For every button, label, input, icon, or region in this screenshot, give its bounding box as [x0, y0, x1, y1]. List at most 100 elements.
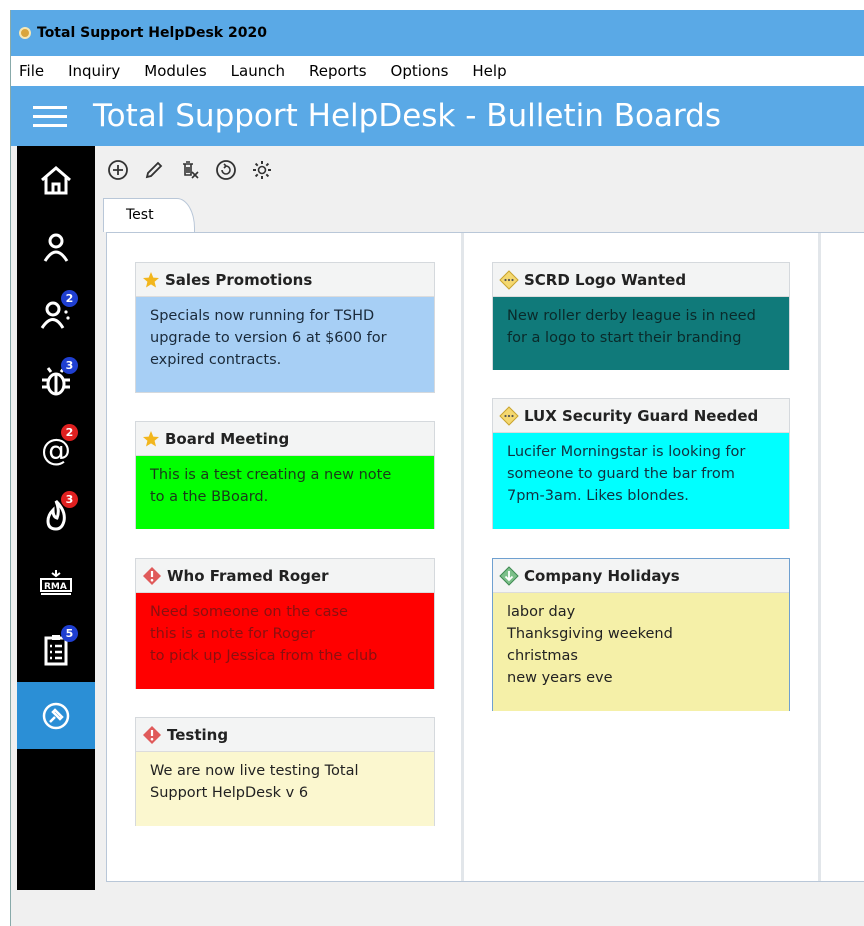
down-arrow-icon [499, 565, 519, 586]
sidebar-item-bulletin[interactable] [17, 682, 95, 749]
note-board-meeting[interactable]: Board Meeting This is a test creating a … [135, 421, 435, 529]
note-line: labor day [507, 604, 576, 620]
edit-button[interactable] [139, 155, 169, 185]
star-icon [143, 430, 159, 446]
users-badge: 2 [61, 290, 78, 307]
menu-modules[interactable]: Modules [140, 62, 206, 80]
note-line: Support HelpDesk v 6 [150, 785, 309, 801]
rma-icon: RMA [40, 569, 72, 595]
status-bar [11, 890, 864, 926]
note-testing[interactable]: Testing We are now live testing Total Su… [135, 717, 435, 826]
note-line: 7pm-3am. Likes blondes. [507, 488, 689, 504]
app-logo-icon [19, 27, 31, 39]
note-sales-promotions[interactable]: Sales Promotions Specials now running fo… [135, 262, 435, 393]
menu-file[interactable]: File [15, 62, 44, 80]
menu-bar: File Inquiry Modules Launch Reports Opti… [11, 56, 864, 86]
note-body: Lucifer Morningstar is looking for someo… [493, 433, 789, 529]
note-line: Lucifer Morningstar is looking for [507, 444, 746, 460]
note-body: Specials now running for TSHD upgrade to… [136, 297, 434, 392]
column-divider [818, 233, 821, 881]
menu-help[interactable]: Help [468, 62, 506, 80]
tab-test[interactable]: Test [103, 198, 195, 232]
note-line: Specials now running for TSHD [150, 308, 375, 324]
note-title: LUX Security Guard Needed [524, 406, 759, 425]
note-line: to pick up Jessica from the club [150, 648, 378, 664]
sidebar-item-email[interactable]: @ 2 [17, 414, 95, 481]
menu-inquiry[interactable]: Inquiry [64, 62, 120, 80]
note-title: Sales Promotions [165, 270, 313, 289]
note-title: SCRD Logo Wanted [524, 270, 687, 289]
note-body: Need someone on the case this is a note … [136, 593, 434, 689]
note-line: someone to guard the bar from [507, 466, 735, 482]
delete-button[interactable] [175, 155, 205, 185]
rma-label: RMA [44, 582, 67, 592]
sidebar-item-bugs[interactable]: 3 [17, 347, 95, 414]
add-button[interactable] [103, 155, 133, 185]
note-who-framed-roger[interactable]: Who Framed Roger Need someone on the cas… [135, 558, 435, 689]
note-body: labor day Thanksgiving weekend christmas… [493, 593, 789, 711]
note-header: LUX Security Guard Needed [493, 399, 789, 433]
note-line: new years eve [507, 670, 613, 686]
note-line: Need someone on the case [150, 604, 348, 620]
page-banner: Total Support HelpDesk - Bulletin Boards [11, 86, 864, 146]
note-title: Board Meeting [165, 429, 290, 448]
note-header: Who Framed Roger [136, 559, 434, 593]
fire-badge: 3 [61, 491, 78, 508]
note-body: This is a test creating a new note to a … [136, 456, 434, 529]
note-company-holidays[interactable]: Company Holidays labor day Thanksgiving … [492, 558, 790, 711]
note-line: This is a test creating a new note [150, 467, 392, 483]
alert-icon [143, 725, 161, 744]
settings-icon [253, 161, 271, 179]
star-icon [143, 271, 159, 287]
note-line: We are now live testing Total [150, 763, 359, 779]
tasks-badge: 5 [61, 625, 78, 642]
hamburger-menu-icon[interactable] [33, 100, 67, 133]
info-icon [499, 405, 519, 426]
sidebar-item-fire[interactable]: 3 [17, 481, 95, 548]
menu-reports[interactable]: Reports [305, 62, 367, 80]
note-title: Testing [167, 725, 229, 744]
sidebar-item-rma[interactable]: RMA [17, 548, 95, 615]
note-line: for a logo to start their branding [507, 330, 742, 346]
note-scrd-logo-wanted[interactable]: SCRD Logo Wanted New roller derby league… [492, 262, 790, 370]
note-line: Thanksgiving weekend [507, 626, 673, 642]
app-window: Total Support HelpDesk 2020 File Inquiry… [10, 10, 864, 926]
note-line: to a the BBoard. [150, 489, 269, 505]
note-header: Testing [136, 718, 434, 752]
edit-icon [145, 161, 163, 179]
delete-icon [183, 161, 199, 179]
info-icon [499, 269, 519, 290]
note-line: this is a note for Roger [150, 626, 315, 642]
note-line: expired contracts. [150, 352, 282, 368]
note-body: New roller derby league is in need for a… [493, 297, 789, 370]
note-line: christmas [507, 648, 578, 664]
pin-icon [42, 702, 70, 729]
note-line: New roller derby league is in need [507, 308, 756, 324]
email-badge: 2 [61, 424, 78, 441]
menu-options[interactable]: Options [387, 62, 449, 80]
refresh-icon [216, 160, 236, 180]
toolbar [103, 150, 283, 190]
column-divider [461, 233, 464, 881]
note-header: SCRD Logo Wanted [493, 263, 789, 297]
home-icon [41, 165, 71, 194]
alert-icon [143, 566, 161, 585]
settings-button[interactable] [247, 155, 277, 185]
note-title: Company Holidays [524, 566, 680, 585]
user-icon [43, 233, 69, 262]
page-title: Total Support HelpDesk - Bulletin Boards [93, 98, 722, 134]
title-bar: Total Support HelpDesk 2020 [11, 10, 864, 56]
sidebar-item-users[interactable]: 2 [17, 280, 95, 347]
menu-launch[interactable]: Launch [227, 62, 285, 80]
note-title: Who Framed Roger [167, 566, 329, 585]
add-icon [108, 160, 128, 180]
note-header: Sales Promotions [136, 263, 434, 297]
sidebar-item-tasks[interactable]: 5 [17, 615, 95, 682]
note-header: Company Holidays [493, 559, 789, 593]
refresh-button[interactable] [211, 155, 241, 185]
note-lux-security-guard[interactable]: LUX Security Guard Needed Lucifer Mornin… [492, 398, 790, 529]
sidebar-item-user[interactable] [17, 213, 95, 280]
note-header: Board Meeting [136, 422, 434, 456]
note-line: upgrade to version 6 at $600 for [150, 330, 387, 346]
sidebar-item-home[interactable] [17, 146, 95, 213]
